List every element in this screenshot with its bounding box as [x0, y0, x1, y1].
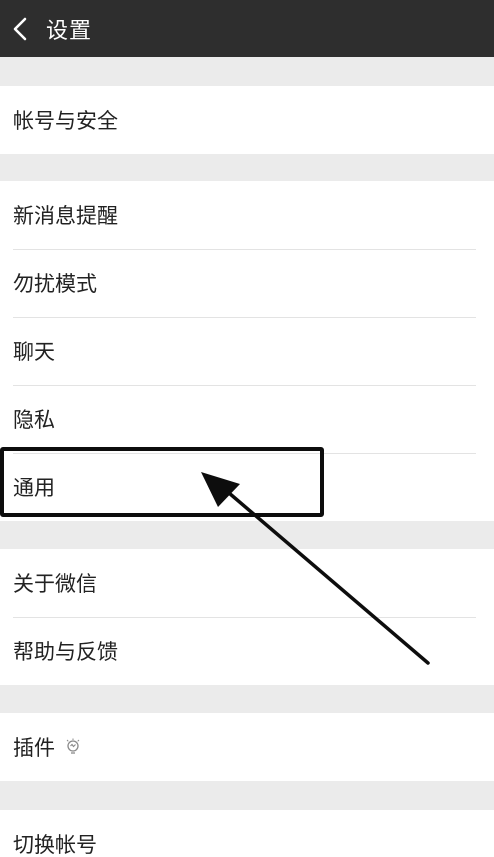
- settings-item-label: 关于微信: [13, 572, 97, 596]
- settings-item-switch-account[interactable]: 切换帐号: [0, 810, 494, 857]
- settings-item-label: 隐私: [13, 408, 55, 432]
- chevron-left-icon: [13, 17, 27, 40]
- settings-item-general[interactable]: 通用: [0, 453, 494, 521]
- page-title: 设置: [46, 18, 93, 44]
- settings-item-plugins[interactable]: 插件: [0, 713, 494, 781]
- settings-item-label: 插件: [13, 736, 55, 760]
- settings-group-plugins: 插件: [0, 713, 494, 781]
- settings-item-help-feedback[interactable]: 帮助与反馈: [0, 617, 494, 685]
- settings-group-switch-account: 切换帐号: [0, 810, 494, 857]
- settings-item-notifications[interactable]: 新消息提醒: [0, 181, 494, 249]
- bulb-icon: [65, 738, 81, 756]
- settings-item-label: 新消息提醒: [13, 204, 118, 228]
- settings-group-general: 新消息提醒 勿扰模式 聊天 隐私 通用: [0, 181, 494, 521]
- settings-item-account-security[interactable]: 帐号与安全: [0, 86, 494, 154]
- settings-item-label: 勿扰模式: [13, 272, 97, 296]
- top-bar: 设置: [0, 0, 494, 57]
- settings-item-label: 切换帐号: [13, 833, 97, 857]
- settings-item-chat[interactable]: 聊天: [0, 317, 494, 385]
- settings-item-label: 帐号与安全: [13, 109, 118, 133]
- settings-item-do-not-disturb[interactable]: 勿扰模式: [0, 249, 494, 317]
- back-button[interactable]: [0, 0, 40, 57]
- settings-item-label: 聊天: [13, 340, 55, 364]
- settings-item-label: 通用: [13, 476, 55, 500]
- settings-group-about: 关于微信 帮助与反馈: [0, 549, 494, 685]
- settings-item-about-wechat[interactable]: 关于微信: [0, 549, 494, 617]
- settings-item-privacy[interactable]: 隐私: [0, 385, 494, 453]
- settings-item-label: 帮助与反馈: [13, 640, 118, 664]
- settings-group-account: 帐号与安全: [0, 86, 494, 154]
